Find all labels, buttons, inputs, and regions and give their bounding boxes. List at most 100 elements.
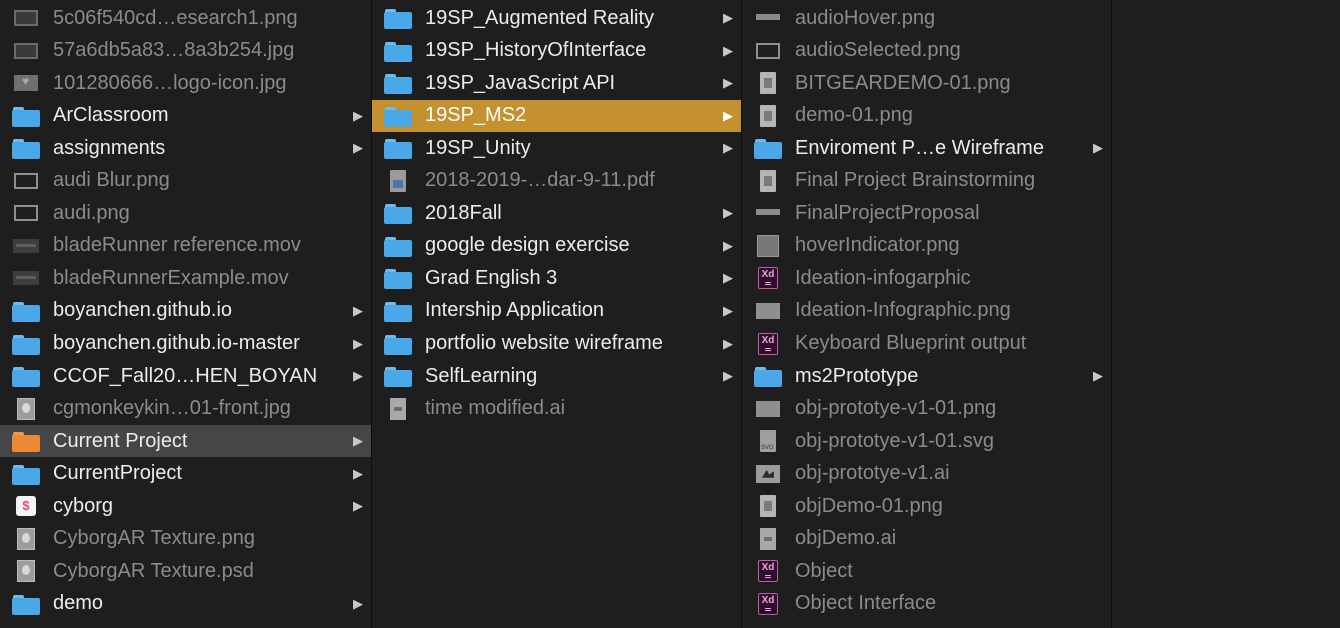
image-thumbnail-icon [12, 40, 40, 62]
folder-row[interactable]: portfolio website wireframe ▶ [372, 328, 741, 360]
file-row[interactable]: audioSelected.png [742, 35, 1111, 67]
file-row[interactable]: audioHover.png [742, 2, 1111, 34]
file-row[interactable]: Final Project Brainstorming [742, 165, 1111, 197]
folder-row[interactable]: assignments ▶ [0, 132, 371, 164]
file-row[interactable]: bladeRunner reference.mov [0, 230, 371, 262]
file-row[interactable]: audi.png [0, 197, 371, 229]
folder-row[interactable]: 19SP_HistoryOfInterface ▶ [372, 35, 741, 67]
video-thumbnail-icon [12, 267, 40, 289]
item-name: audioHover.png [795, 6, 936, 29]
folder-row[interactable]: Enviroment P…e Wireframe ▶ [742, 132, 1111, 164]
photo-thumbnail-icon [12, 397, 40, 420]
file-row[interactable]: BITGEARDEMO-01.png [742, 67, 1111, 99]
logo-thumbnail-icon [12, 72, 40, 94]
folder-row[interactable]: demo ▶ [0, 588, 371, 620]
folder-icon [12, 137, 40, 160]
folder-icon [384, 202, 412, 225]
disclosure-arrow-icon: ▶ [723, 42, 733, 58]
item-name: audi.png [53, 201, 130, 224]
column-3[interactable]: audioHover.png audioSelected.png BITGEARDE… [742, 0, 1112, 628]
disclosure-arrow-icon: ▶ [353, 140, 363, 156]
folder-row[interactable]: Current Project ▶ [0, 425, 371, 458]
file-row[interactable]: Xd Object Interface [742, 588, 1111, 620]
file-row[interactable]: 101280666…logo-icon.jpg [0, 67, 371, 99]
folder-row[interactable]: 19SP_Unity ▶ [372, 132, 741, 164]
file-row[interactable]: obj-prototye-v1-01.png [742, 393, 1111, 425]
item-name: Object [795, 559, 853, 582]
file-row[interactable]: obj-prototye-v1-01.svg [742, 425, 1111, 457]
file-row[interactable]: audi Blur.png [0, 165, 371, 197]
file-row[interactable]: time modified.ai [372, 393, 741, 425]
folder-icon [12, 105, 40, 127]
document-thumbnail-icon [754, 104, 782, 127]
folder-icon [384, 235, 412, 257]
pdf-document-icon [384, 169, 412, 192]
folder-row[interactable]: Intership Application ▶ [372, 295, 741, 327]
disclosure-arrow-icon: ▶ [353, 433, 363, 449]
disclosure-arrow-icon: ▶ [723, 302, 733, 318]
item-name: CurrentProject [53, 462, 182, 485]
item-name: 19SP_HistoryOfInterface [425, 39, 647, 62]
file-row[interactable]: cgmonkeykin…01-front.jpg [0, 393, 371, 425]
file-row[interactable]: objDemo.ai [742, 523, 1111, 555]
file-row[interactable]: Ideation-Infographic.png [742, 295, 1111, 327]
file-row[interactable]: demo-01.png [742, 100, 1111, 132]
folder-icon [384, 365, 412, 388]
disclosure-arrow-icon: ▶ [723, 75, 733, 91]
disclosure-arrow-icon: ▶ [353, 335, 363, 351]
folder-row[interactable]: 19SP_MS2 ▶ [372, 99, 741, 132]
file-row[interactable]: 5c06f540cd…esearch1.png [0, 2, 371, 34]
folder-icon [384, 333, 412, 355]
file-row[interactable]: bladeRunnerExample.mov [0, 262, 371, 294]
file-row[interactable]: objDemo-01.png [742, 490, 1111, 522]
column-1[interactable]: 5c06f540cd…esearch1.png 57a6db5a83…8a3b25… [0, 0, 372, 628]
folder-row[interactable]: SelfLearning ▶ [372, 360, 741, 392]
file-row[interactable]: 2018-2019-…dar-9-11.pdf [372, 165, 741, 197]
item-name: google design exercise [425, 234, 630, 257]
column-2[interactable]: 19SP_Augmented Reality ▶ 19SP_HistoryOfInt… [372, 0, 742, 628]
file-row[interactable]: Xd Object [742, 555, 1111, 587]
folder-row[interactable]: CurrentProject ▶ [0, 458, 371, 490]
disclosure-arrow-icon: ▶ [723, 140, 733, 156]
item-name: Ideation-Infographic.png [795, 299, 1011, 322]
folder-row[interactable]: Grad English 3 ▶ [372, 262, 741, 294]
folder-row[interactable]: boyanchen.github.io-master ▶ [0, 328, 371, 360]
folder-row[interactable]: ArClassroom ▶ [0, 100, 371, 132]
file-row[interactable]: CyborgAR Texture.png [0, 523, 371, 555]
folder-row[interactable]: ms2Prototype ▶ [742, 360, 1111, 392]
photo-thumbnail-icon [12, 560, 40, 583]
disclosure-arrow-icon: ▶ [723, 270, 733, 286]
column-4[interactable] [1112, 0, 1340, 628]
item-name: audi Blur.png [53, 169, 170, 192]
item-name: 5c06f540cd…esearch1.png [53, 6, 298, 29]
item-name: ArClassroom [53, 104, 169, 127]
file-row[interactable]: obj-prototye-v1.ai [742, 458, 1111, 490]
item-name: audioSelected.png [795, 39, 961, 62]
folder-row[interactable]: CCOF_Fall20…HEN_BOYAN ▶ [0, 360, 371, 392]
folder-row[interactable]: 19SP_Augmented Reality ▶ [372, 2, 741, 34]
item-name: 19SP_JavaScript API [425, 71, 616, 94]
app-icon: $ [12, 495, 40, 517]
disclosure-arrow-icon: ▶ [723, 10, 733, 25]
file-row[interactable]: FinalProjectProposal [742, 197, 1111, 229]
folder-row[interactable]: google design exercise ▶ [372, 230, 741, 262]
folder-icon [384, 267, 412, 290]
file-row[interactable]: CyborgAR Texture.psd [0, 555, 371, 587]
document-thumbnail-icon [754, 495, 782, 518]
folder-icon [12, 365, 40, 388]
folder-row[interactable]: 19SP_JavaScript API ▶ [372, 67, 741, 99]
disclosure-arrow-icon: ▶ [353, 498, 363, 514]
folder-row[interactable]: 2018Fall ▶ [372, 197, 741, 229]
file-row[interactable]: Xd Ideation-infogarphic [742, 262, 1111, 294]
item-name: time modified.ai [425, 397, 566, 420]
image-thumbnail-icon [12, 202, 40, 224]
disclosure-arrow-icon: ▶ [353, 465, 363, 481]
folder-row[interactable]: $ cyborg ▶ [0, 490, 371, 522]
folder-icon [12, 300, 40, 322]
folder-icon [384, 105, 412, 127]
file-row[interactable]: 57a6db5a83…8a3b254.jpg [0, 35, 371, 67]
folder-row[interactable]: boyanchen.github.io ▶ [0, 295, 371, 327]
image-thumbnail-icon [754, 398, 782, 420]
file-row[interactable]: Xd Keyboard Blueprint output [742, 328, 1111, 360]
file-row[interactable]: hoverIndicator.png [742, 230, 1111, 262]
